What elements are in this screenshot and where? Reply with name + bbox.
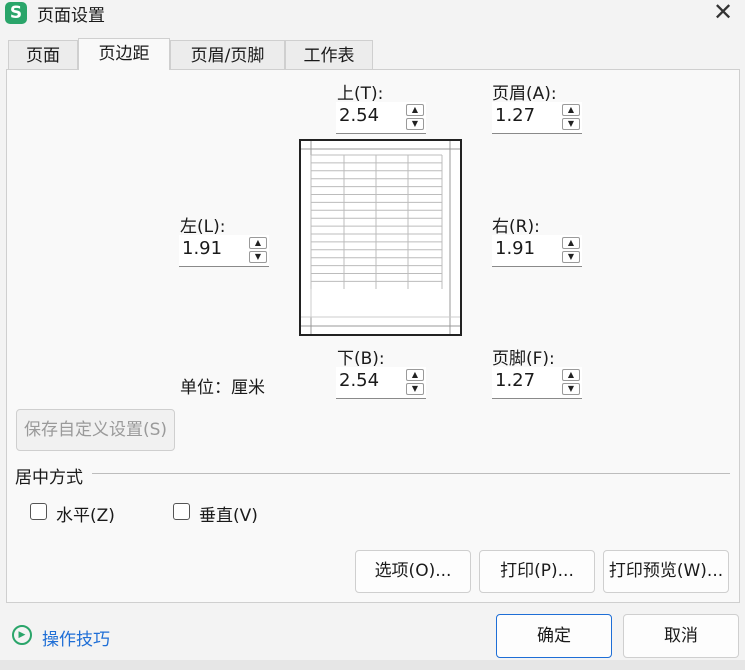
footer-margin-spinner[interactable]: 1.27 ▲ ▼ — [492, 367, 582, 399]
top-margin-value[interactable]: 2.54 — [339, 105, 379, 126]
page-preview — [299, 139, 462, 336]
left-margin-spinner[interactable]: 1.91 ▲ ▼ — [179, 235, 269, 267]
window-title: 页面设置 — [37, 6, 105, 26]
left-margin-label: 左(L): — [180, 217, 226, 237]
top-margin-spinner[interactable]: 2.54 ▲ ▼ — [336, 102, 426, 134]
spin-up-icon[interactable]: ▲ — [562, 237, 580, 249]
spin-up-icon[interactable]: ▲ — [562, 104, 580, 116]
spin-down-icon[interactable]: ▼ — [562, 251, 580, 263]
spin-up-icon[interactable]: ▲ — [249, 237, 267, 249]
spin-up-icon[interactable]: ▲ — [406, 369, 424, 381]
unit-label: 单位：厘米 — [180, 378, 265, 398]
tab-margins[interactable]: 页边距 — [78, 38, 170, 70]
page-preview-grid — [301, 141, 460, 334]
background-sheet-strip — [0, 660, 745, 670]
spin-down-icon[interactable]: ▼ — [406, 383, 424, 395]
spin-down-icon[interactable]: ▼ — [562, 383, 580, 395]
center-section-title: 居中方式 — [15, 468, 83, 488]
bottom-margin-value[interactable]: 2.54 — [339, 370, 379, 391]
close-icon: ✕ — [712, 0, 734, 26]
print-preview-button[interactable]: 打印预览(W)... — [603, 550, 729, 593]
spin-up-icon[interactable]: ▲ — [562, 369, 580, 381]
center-horizontal-label[interactable]: 水平(Z) — [56, 501, 115, 526]
tab-page[interactable]: 页面 — [8, 40, 78, 70]
spin-down-icon[interactable]: ▼ — [562, 118, 580, 130]
save-custom-settings-button[interactable]: 保存自定义设置(S) — [16, 409, 175, 451]
close-button[interactable]: ✕ — [708, 0, 738, 26]
right-margin-value[interactable]: 1.91 — [495, 238, 535, 259]
left-margin-value[interactable]: 1.91 — [182, 238, 222, 259]
header-margin-value[interactable]: 1.27 — [495, 105, 535, 126]
spin-down-icon[interactable]: ▼ — [249, 251, 267, 263]
right-margin-label: 右(R): — [492, 217, 540, 237]
bottom-margin-spinner[interactable]: 2.54 ▲ ▼ — [336, 367, 426, 399]
cancel-button[interactable]: 取消 — [623, 614, 739, 658]
tab-header-footer[interactable]: 页眉/页脚 — [170, 40, 285, 70]
header-margin-label: 页眉(A): — [492, 84, 557, 104]
title-bar: S 页面设置 ✕ — [0, 0, 745, 34]
play-circle-icon[interactable]: ▶ — [12, 625, 32, 645]
center-horizontal-checkbox[interactable] — [30, 503, 47, 520]
spin-down-icon[interactable]: ▼ — [406, 118, 424, 130]
print-button[interactable]: 打印(P)... — [479, 550, 595, 593]
wps-app-icon: S — [5, 2, 27, 24]
spin-up-icon[interactable]: ▲ — [406, 104, 424, 116]
tips-link[interactable]: 操作技巧 — [42, 625, 110, 650]
footer-margin-value[interactable]: 1.27 — [495, 370, 535, 391]
center-vertical-checkbox[interactable] — [173, 503, 190, 520]
center-vertical-label[interactable]: 垂直(V) — [199, 501, 258, 526]
header-margin-spinner[interactable]: 1.27 ▲ ▼ — [492, 102, 582, 134]
bottom-margin-label: 下(B): — [337, 349, 385, 369]
section-divider — [92, 473, 730, 474]
right-margin-spinner[interactable]: 1.91 ▲ ▼ — [492, 235, 582, 267]
footer-margin-label: 页脚(F): — [492, 349, 555, 369]
tab-worksheet[interactable]: 工作表 — [285, 40, 373, 70]
options-button[interactable]: 选项(O)... — [355, 550, 471, 593]
top-margin-label: 上(T): — [337, 84, 384, 104]
ok-button[interactable]: 确定 — [496, 614, 612, 658]
